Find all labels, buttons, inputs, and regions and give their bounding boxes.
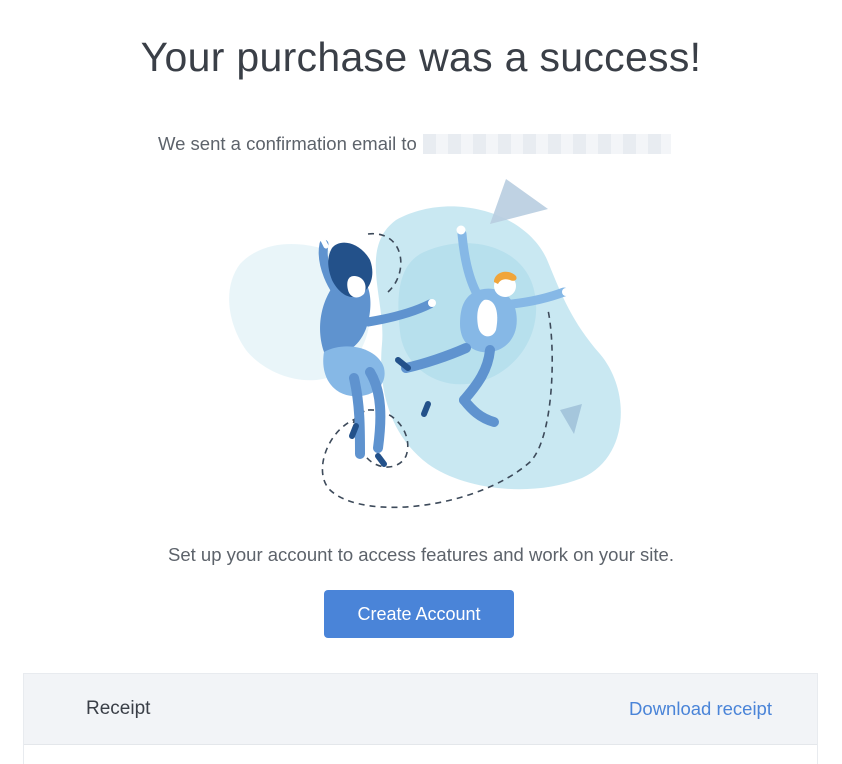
purchase-success-page: Your purchase was a success! We sent a c… <box>0 0 842 764</box>
celebrating-people-illustration <box>229 179 621 509</box>
setup-account-text: Set up your account to access features a… <box>168 544 674 565</box>
receipt-title: Receipt <box>86 698 151 719</box>
page-title: Your purchase was a success! <box>140 34 702 80</box>
triangle-decoration <box>490 179 548 224</box>
receipt-header: Receipt Download receipt <box>24 674 817 745</box>
create-account-button[interactable]: Create Account <box>324 590 514 638</box>
download-receipt-link[interactable]: Download receipt <box>629 698 772 720</box>
receipt-panel: Receipt Download receipt <box>23 673 818 764</box>
confirmation-message: We sent a confirmation email to <box>158 133 671 155</box>
redacted-email <box>422 134 671 154</box>
confirmation-text: We sent a confirmation email to <box>158 133 417 154</box>
